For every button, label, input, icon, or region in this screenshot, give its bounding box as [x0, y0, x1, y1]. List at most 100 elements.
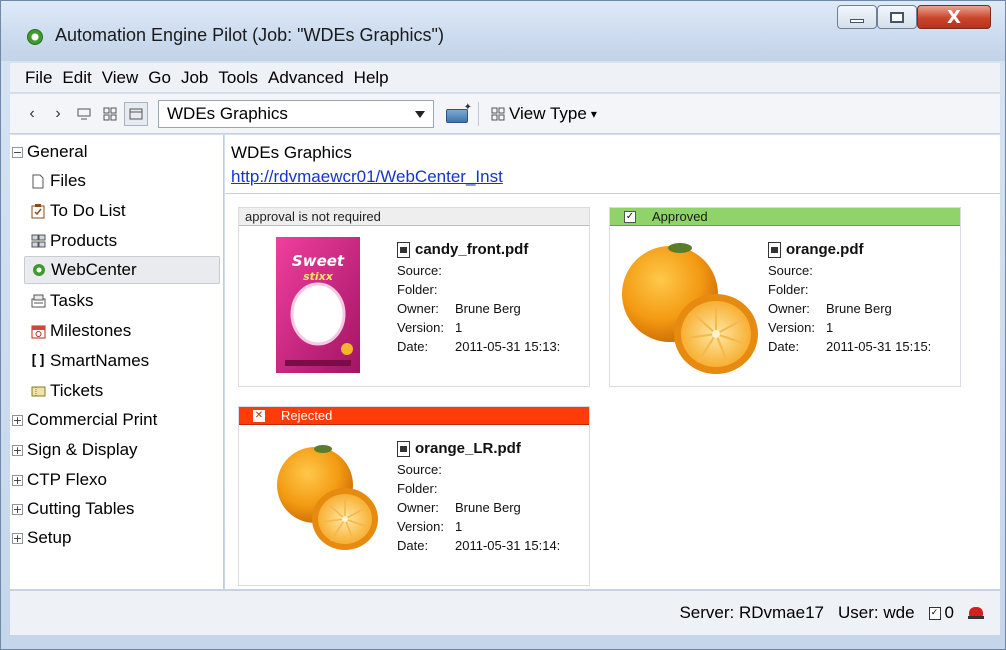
window-title: Automation Engine Pilot (Job: "WDEs Grap…	[55, 25, 444, 45]
expand-icon[interactable]: +	[12, 414, 23, 426]
sidebar-item-smartnames[interactable]: [] SmartNames	[29, 347, 150, 375]
folder-label: Folder:	[768, 282, 809, 297]
file-name[interactable]: orange_LR.pdf	[415, 439, 521, 458]
tree-group-label: CTP Flexo	[27, 470, 107, 489]
panel-icon	[129, 108, 143, 119]
monitor-icon	[77, 108, 91, 119]
panel-toggle-button[interactable]	[124, 101, 148, 126]
tasks-icon	[30, 293, 46, 309]
document-card[interactable]: ✓ Approved orange.pdf Source: Folder: Ow…	[609, 207, 961, 387]
job-select-value: WDEs Graphics	[167, 103, 288, 123]
pdf-file-icon	[397, 440, 410, 457]
app-window: Automation Engine Pilot (Job: "WDEs Grap…	[0, 0, 1006, 650]
webcenter-url-link[interactable]: http://rdvmaewcr01/WebCenter_Inst	[231, 167, 503, 187]
document-card[interactable]: approval is not required Sweet stixx can…	[238, 207, 590, 387]
expand-icon[interactable]: +	[12, 474, 23, 486]
menu-view[interactable]: View	[101, 68, 140, 88]
orange-thumbnail[interactable]	[618, 234, 760, 387]
sidebar-item-label: Tasks	[50, 291, 94, 310]
sidebar-item-label: Milestones	[50, 321, 132, 340]
tree-group-ctp-flexo[interactable]: + CTP Flexo	[12, 466, 107, 494]
date-value: 2011-05-31 15:13:	[455, 339, 561, 354]
sidebar-item-label: Products	[50, 231, 118, 250]
grid-icon	[103, 107, 117, 120]
user-status: User: wde	[838, 603, 915, 622]
tree-group-sign-display[interactable]: + Sign & Display	[12, 436, 138, 464]
document-info: candy_front.pdf Source: Folder: Owner: Br…	[397, 240, 560, 356]
sidebar-item-todo[interactable]: To Do List	[30, 197, 126, 225]
svg-text:stixx: stixx	[303, 270, 334, 283]
sidebar-item-tickets[interactable]: Tickets	[30, 377, 103, 405]
sidebar-item-label: Tickets	[50, 381, 104, 400]
back-button[interactable]: ‹	[20, 102, 44, 126]
forward-button[interactable]: ›	[46, 102, 70, 126]
milestones-icon	[30, 323, 46, 339]
tree-group-commercial-print[interactable]: + Commercial Print	[12, 406, 157, 434]
tickets-icon	[30, 383, 46, 399]
close-button[interactable]: X	[917, 5, 991, 29]
toolbar: ‹ › WDEs Graphics ✦ View Type ▾	[10, 94, 1000, 134]
list-view-button[interactable]	[72, 102, 96, 126]
tree-group-general[interactable]: − General	[12, 138, 87, 166]
minimize-button[interactable]	[837, 5, 877, 29]
source-label: Source:	[768, 263, 813, 278]
chevron-left-icon: ‹	[29, 104, 35, 122]
collapse-icon[interactable]: −	[12, 146, 23, 158]
owner-label: Owner:	[397, 301, 439, 316]
menu-tools[interactable]: Tools	[217, 68, 259, 88]
sidebar: − General Files To Do List Products WebC…	[10, 135, 224, 589]
owner-label: Owner:	[768, 301, 810, 316]
status-label: Rejected	[281, 408, 333, 423]
folder-label: Folder:	[397, 481, 438, 496]
sidebar-item-files[interactable]: Files	[30, 167, 86, 195]
products-icon	[30, 233, 46, 249]
grid-view-button[interactable]	[98, 102, 122, 126]
orange-small-thumbnail[interactable]	[271, 435, 381, 560]
smartnames-icon: []	[29, 353, 47, 369]
view-type-label: View Type	[509, 103, 587, 123]
sidebar-item-webcenter[interactable]: WebCenter	[24, 256, 220, 284]
file-icon	[30, 173, 46, 189]
owner-value: Brune Berg	[826, 301, 892, 316]
title-bar[interactable]: Automation Engine Pilot (Job: "WDEs Grap…	[1, 1, 1005, 61]
menu-advanced[interactable]: Advanced	[267, 68, 345, 88]
maximize-button[interactable]	[877, 5, 917, 29]
tree-group-label: Cutting Tables	[27, 499, 135, 518]
tree-group-cutting-tables[interactable]: + Cutting Tables	[12, 495, 134, 523]
owner-value: Brune Berg	[455, 500, 521, 515]
sidebar-item-products[interactable]: Products	[30, 227, 117, 255]
owner-label: Owner:	[397, 500, 439, 515]
pdf-file-icon	[397, 241, 410, 258]
alarm-icon[interactable]	[968, 607, 984, 619]
approval-status-badge: ✕ Rejected	[239, 407, 589, 425]
close-icon: X	[947, 6, 961, 28]
sidebar-item-milestones[interactable]: Milestones	[30, 317, 131, 345]
file-name[interactable]: orange.pdf	[786, 240, 864, 259]
candy-package-thumbnail[interactable]: Sweet stixx	[275, 236, 361, 379]
tree-group-setup[interactable]: + Setup	[12, 524, 71, 552]
new-folder-button[interactable]: ✦	[446, 102, 472, 124]
version-value: 1	[455, 320, 463, 335]
caret-down-icon: ▾	[590, 106, 597, 121]
approval-status-badge: approval is not required	[239, 208, 589, 226]
view-type-button[interactable]: View Type ▾	[491, 104, 597, 124]
webcenter-icon	[31, 262, 47, 278]
tree-group-label: Commercial Print	[27, 410, 158, 429]
document-card[interactable]: ✕ Rejected orange_LR.pdf Source: Folder:…	[238, 406, 590, 586]
menu-job[interactable]: Job	[180, 68, 209, 88]
sidebar-item-tasks[interactable]: Tasks	[30, 287, 93, 315]
expand-icon[interactable]: +	[12, 444, 23, 456]
file-name[interactable]: candy_front.pdf	[415, 240, 528, 259]
job-select[interactable]: WDEs Graphics	[158, 99, 434, 128]
chevron-down-icon	[415, 110, 425, 118]
todo-counter[interactable]: ✓ 0	[928, 603, 954, 623]
expand-icon[interactable]: +	[12, 532, 23, 544]
menu-bar: File Edit View Go Job Tools Advanced Hel…	[10, 63, 1000, 93]
menu-edit[interactable]: Edit	[61, 68, 92, 88]
todo-count: 0	[944, 603, 954, 622]
menu-file[interactable]: File	[24, 68, 53, 88]
menu-help[interactable]: Help	[353, 68, 390, 88]
date-value: 2011-05-31 15:15:	[826, 339, 932, 354]
expand-icon[interactable]: +	[12, 503, 23, 515]
menu-go[interactable]: Go	[147, 68, 172, 88]
